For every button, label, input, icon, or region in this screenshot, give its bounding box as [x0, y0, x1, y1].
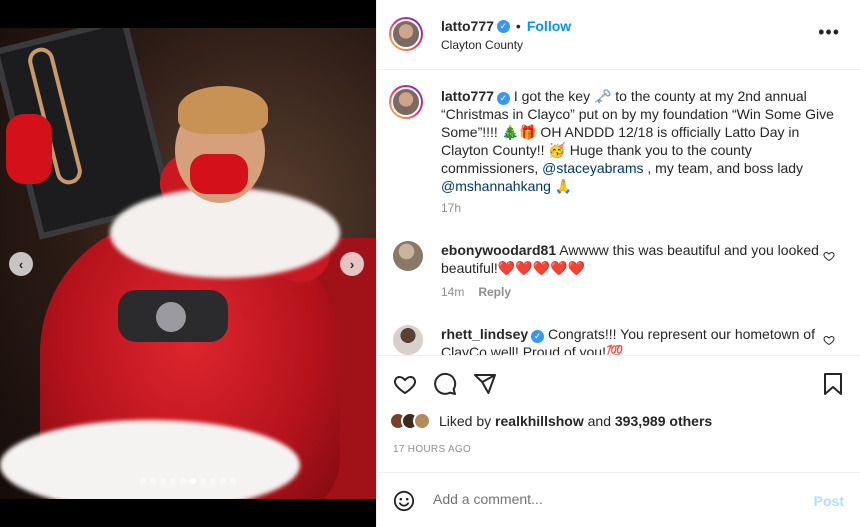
chevron-left-icon: ‹	[18, 256, 24, 272]
carousel-dot	[170, 478, 176, 484]
comment-time[interactable]: 14m	[441, 285, 464, 299]
likes-count[interactable]: 393,989 others	[615, 413, 712, 429]
bookmark-icon[interactable]	[822, 372, 844, 396]
likes-text: Liked by realkhillshow and 393,989 other…	[439, 413, 712, 429]
carousel-dot	[220, 478, 226, 484]
comment-text: ebonywoodard81 Awwww this was beautiful …	[441, 241, 821, 277]
likes-middle: and	[583, 413, 615, 429]
post-actions	[377, 372, 860, 402]
liker-avatar[interactable]	[413, 412, 431, 430]
carousel-dot	[180, 478, 186, 484]
commenter-username[interactable]: ebonywoodard81	[441, 242, 556, 258]
carousel-dot	[150, 478, 156, 484]
commenter-avatar[interactable]	[393, 325, 423, 355]
belt	[118, 290, 228, 342]
comment-text: rhett_lindsey ✓ Congrats!!! You represent…	[441, 325, 821, 355]
post-timestamp[interactable]: 17 HOURS AGO	[393, 444, 471, 455]
verified-badge-icon: ✓	[531, 330, 545, 343]
verified-badge-icon: ✓	[496, 19, 510, 33]
chevron-right-icon: ›	[349, 256, 355, 272]
post-modal: ‹ › latto777 ✓ • Follow Clayton County •…	[0, 0, 860, 527]
add-comment-input[interactable]	[433, 491, 793, 507]
likes-prefix: Liked by	[439, 413, 496, 429]
post-location[interactable]: Clayton County	[441, 38, 523, 52]
comments-section[interactable]: latto777 ✓ I got the key 🗝️ to the county…	[377, 71, 860, 356]
emoji-icon[interactable]	[393, 490, 415, 512]
like-comment-heart-icon[interactable]	[823, 250, 835, 262]
carousel-next-button[interactable]: ›	[340, 252, 364, 276]
carousel-dot	[230, 478, 236, 484]
carousel-dots	[140, 478, 236, 484]
follow-button[interactable]: Follow	[527, 18, 571, 34]
carousel-dot	[140, 478, 146, 484]
carousel-prev-button[interactable]: ‹	[9, 252, 33, 276]
caption-username[interactable]: latto777	[441, 88, 494, 104]
separator: •	[515, 18, 521, 34]
caption-text: latto777 ✓ I got the key 🗝️ to the county…	[441, 87, 841, 195]
post-media: ‹ ›	[0, 0, 376, 527]
like-comment-heart-icon[interactable]	[823, 334, 835, 346]
post-comment-button[interactable]: Post	[814, 493, 844, 509]
caption-body-3: 🙏	[550, 178, 573, 194]
heart-icon[interactable]	[393, 372, 417, 396]
person-hair	[178, 86, 268, 134]
verified-badge-icon: ✓	[496, 92, 510, 105]
carousel-dot	[210, 478, 216, 484]
comment-meta: 14m Reply	[441, 285, 511, 299]
likes-summary: Liked by realkhillshow and 393,989 other…	[389, 412, 712, 430]
more-options-icon[interactable]: •••	[818, 22, 840, 43]
red-glove-right	[190, 154, 248, 194]
carousel-dot	[160, 478, 166, 484]
red-glove-left	[6, 114, 52, 184]
add-comment-bar: Post	[377, 472, 860, 527]
share-icon[interactable]	[473, 372, 497, 396]
caption-avatar[interactable]	[389, 85, 423, 119]
author-avatar[interactable]	[389, 17, 423, 51]
author-username[interactable]: latto777	[441, 18, 494, 34]
post-header: latto777 ✓ • Follow Clayton County •••	[377, 0, 860, 70]
mention-link[interactable]: @mshannahkang	[441, 178, 551, 194]
mention-link[interactable]: @staceyabrams	[542, 160, 643, 176]
caption-body-2: , my team, and boss lady	[643, 160, 804, 176]
carousel-dot	[200, 478, 206, 484]
caption-time[interactable]: 17h	[441, 201, 461, 215]
post-panel: latto777 ✓ • Follow Clayton County ••• l…	[376, 0, 860, 527]
commenter-avatar[interactable]	[393, 241, 423, 271]
commenter-username[interactable]: rhett_lindsey	[441, 326, 528, 342]
liker-username[interactable]: realkhillshow	[495, 413, 584, 429]
comment-icon[interactable]	[433, 372, 457, 396]
carousel-dot	[190, 478, 196, 484]
post-photo[interactable]	[0, 28, 376, 499]
reply-button[interactable]: Reply	[478, 285, 511, 299]
